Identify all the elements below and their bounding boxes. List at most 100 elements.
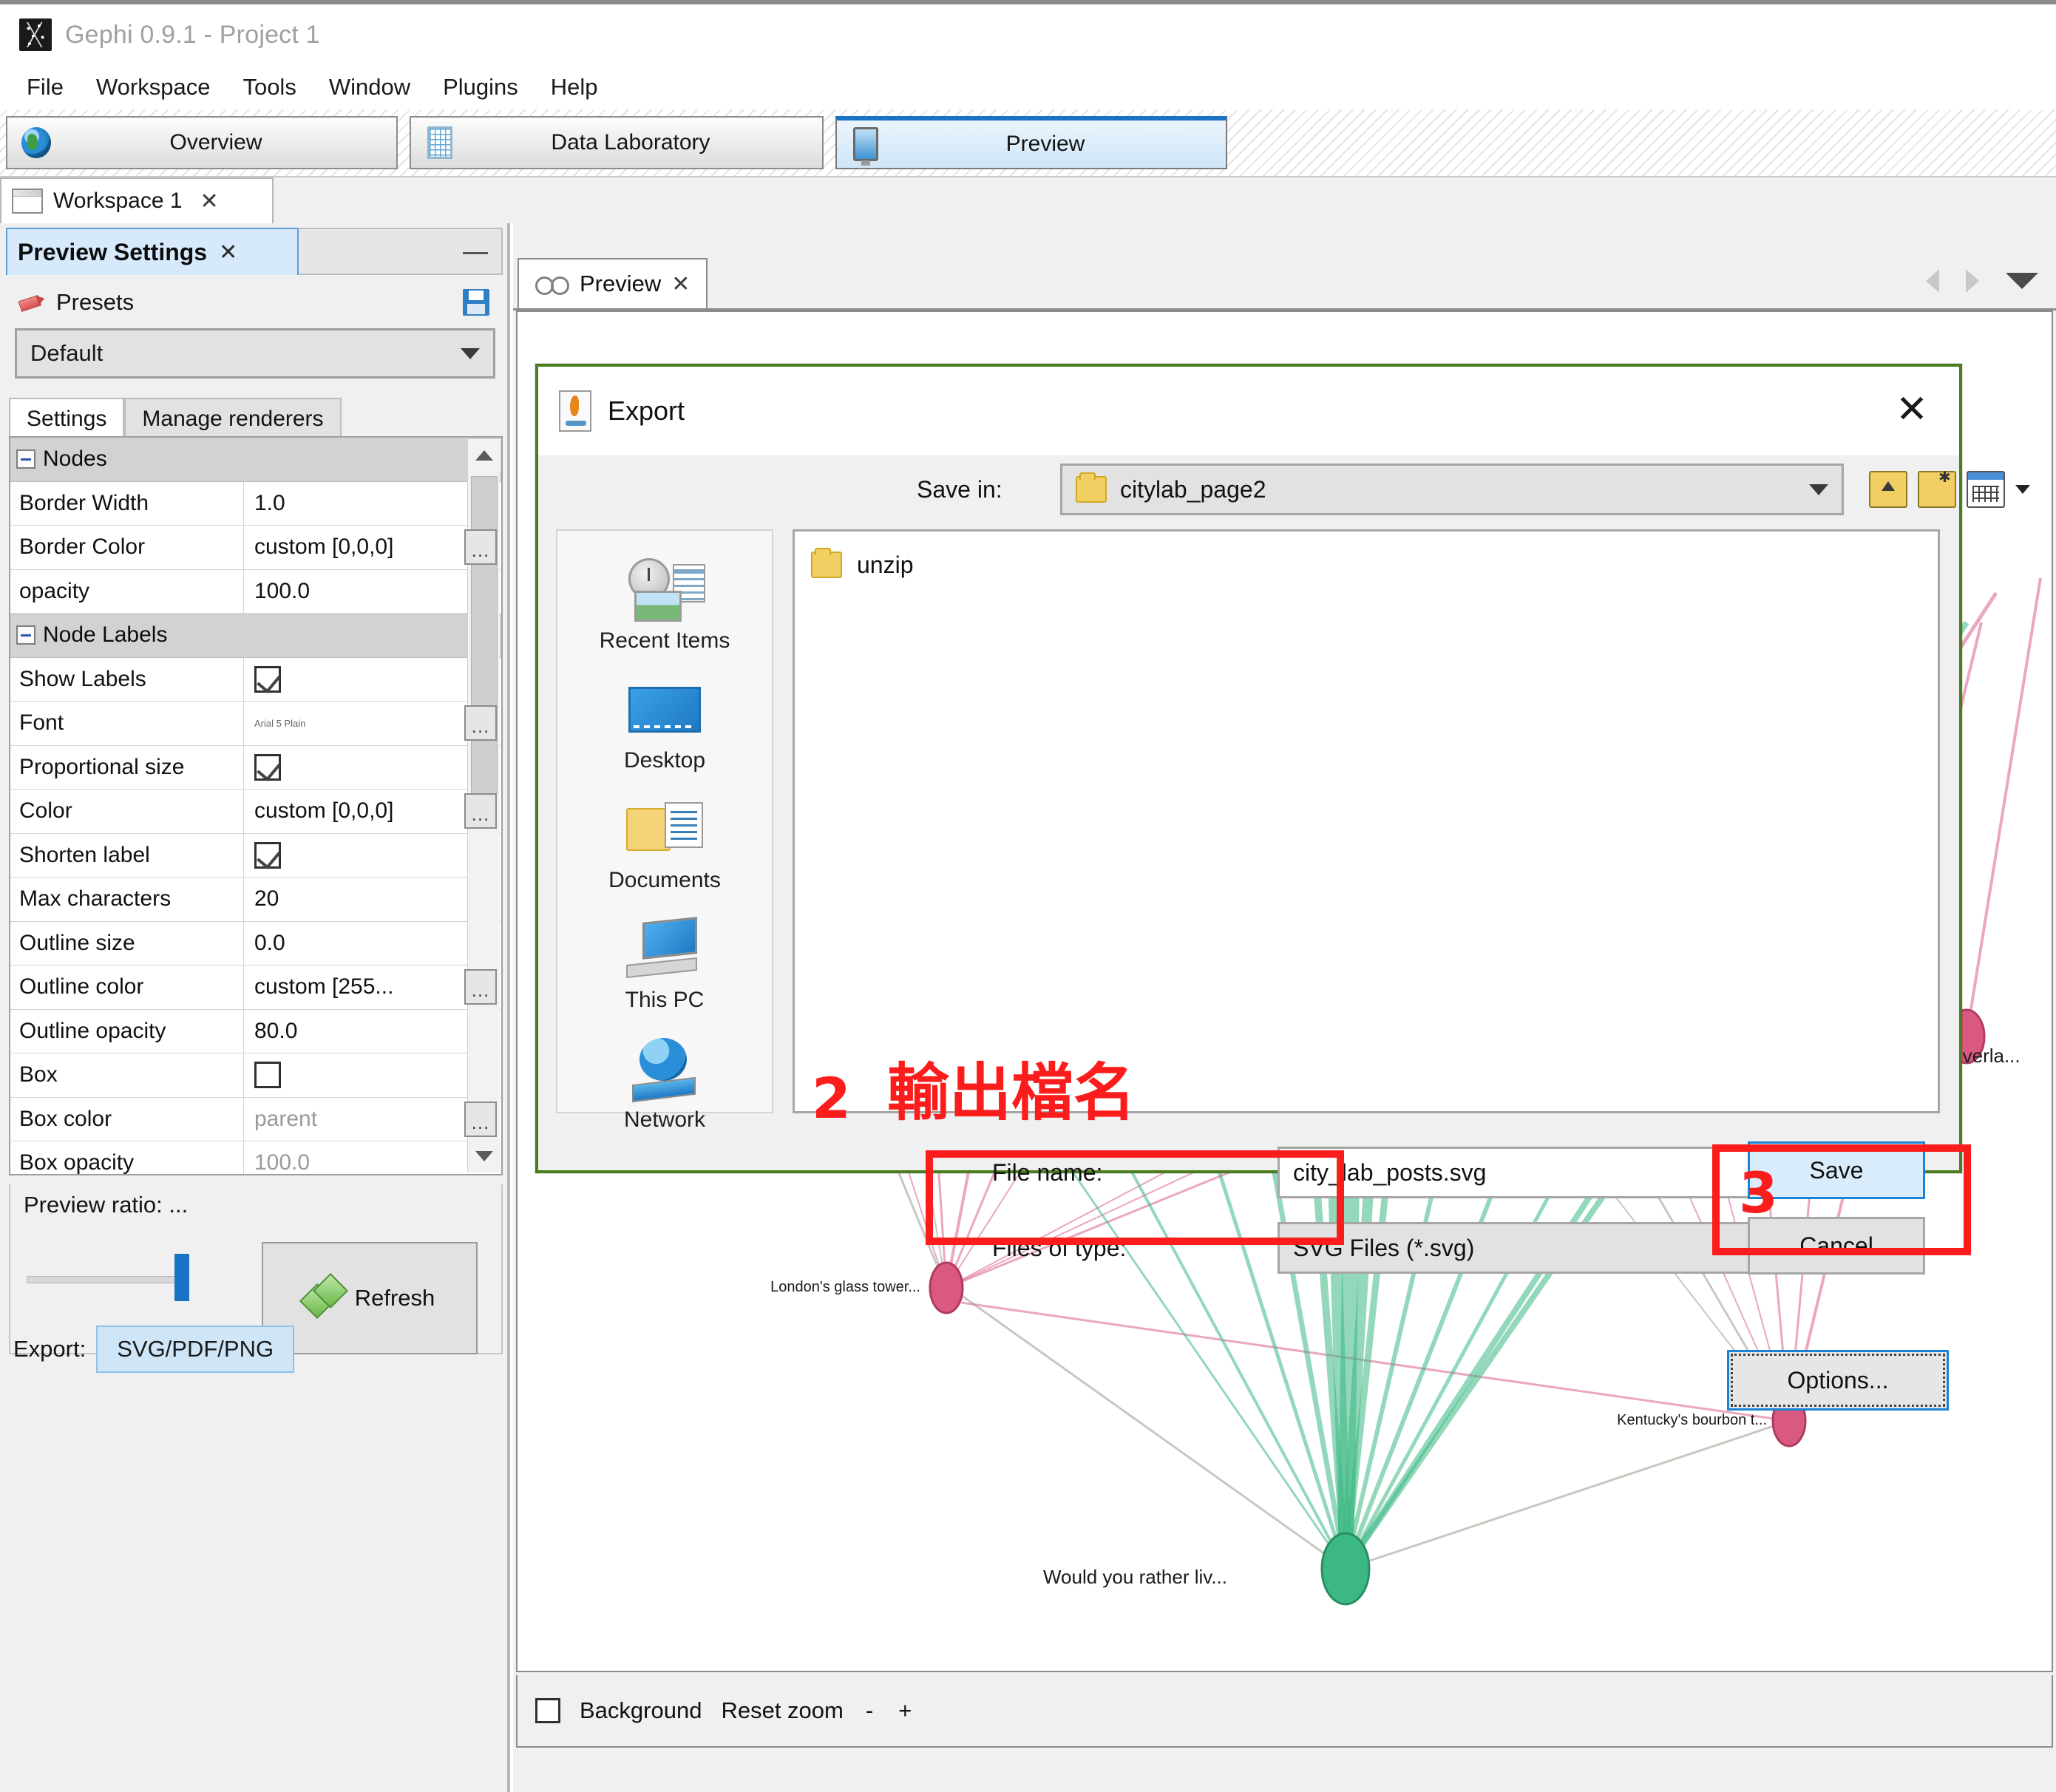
options-button[interactable]: Options... [1727,1350,1949,1411]
property-name: Proportional size [10,745,244,789]
mode-button-overview[interactable]: Overview [6,116,398,169]
mode-button-data-laboratory[interactable]: Data Laboratory [410,116,824,169]
mode-button-preview[interactable]: Preview [835,116,1227,169]
checkbox[interactable] [254,753,281,781]
chevron-left-icon[interactable] [1926,269,1939,293]
reset-zoom-button[interactable]: Reset zoom [721,1697,843,1724]
view-mode-icon[interactable] [1967,471,2005,508]
property-name: Box [10,1053,244,1097]
table-grid-icon [411,126,469,159]
property-value[interactable] [244,1053,501,1097]
property-value[interactable]: 20 [244,878,501,921]
property-row[interactable]: Show Labels [10,657,501,702]
property-row[interactable]: Font Arial 5 Plain... [10,702,501,746]
menu-tools[interactable]: Tools [226,71,312,103]
checkbox[interactable] [254,1062,281,1089]
shortcut-this-pc[interactable]: This PC [557,915,772,1013]
zoom-in-button[interactable]: + [895,1697,915,1724]
property-row[interactable]: Box opacity 100.0 [10,1141,501,1175]
export-svg-pdf-png-button[interactable]: SVG/PDF/PNG [96,1326,295,1373]
menu-window[interactable]: Window [313,71,427,103]
tab-settings[interactable]: Settings [9,398,125,439]
scroll-up-icon[interactable] [468,439,501,472]
this-pc-icon [626,915,703,983]
property-name: opacity [10,569,244,613]
shortcut-desktop[interactable]: Desktop [557,676,772,773]
close-icon[interactable]: ✕ [200,189,219,214]
tab-manage-renderers[interactable]: Manage renderers [124,398,342,439]
property-value[interactable]: custom [0,0,0]... [244,790,501,833]
property-name: Outline opacity [10,1009,244,1053]
mode-toolbar: Overview Data Laboratory Preview [0,109,2056,177]
property-row[interactable]: opacity 100.0 [10,569,501,614]
property-row[interactable]: Color custom [0,0,0]... [10,790,501,834]
property-row[interactable]: Border Width 1.0 [10,481,501,526]
shortcut-documents[interactable]: Documents [557,795,772,893]
close-icon[interactable]: ✕ [671,271,690,297]
chevron-down-icon[interactable] [2006,273,2038,289]
property-value[interactable]: 100.0 [244,1141,501,1175]
property-row[interactable]: Box color parent... [10,1097,501,1141]
export-dialog: Export ✕ Save in: citylab_page2 Recent I [535,364,2030,1411]
property-value[interactable] [244,834,501,878]
zoom-out-button[interactable]: - [863,1697,876,1724]
property-row[interactable]: Shorten label [10,833,501,878]
shortcut-recent-items[interactable]: Recent Items [557,556,772,654]
properties-table[interactable]: Nodes Border Width 1.0 Border Color custom [… [9,436,503,1175]
property-value[interactable]: custom [0,0,0]... [244,526,501,569]
ellipsis-button[interactable]: ... [464,793,497,829]
new-folder-icon[interactable] [1918,468,1956,508]
collapse-icon[interactable] [16,449,35,469]
property-row[interactable]: Box [10,1053,501,1098]
chevron-right-icon[interactable] [1966,269,1979,293]
preview-ratio-slider-track[interactable] [27,1276,189,1283]
property-value[interactable]: 1.0 [244,482,501,526]
preset-dropdown[interactable]: Default [15,328,495,379]
list-item[interactable]: unzip [811,545,1938,585]
value-text: custom [0,0,0] [254,534,394,560]
ellipsis-button[interactable]: ... [464,705,497,741]
close-icon[interactable]: ✕ [1890,387,1934,432]
preview-tab[interactable]: Preview ✕ [518,258,708,308]
property-value[interactable]: 100.0 [244,570,501,614]
property-value[interactable]: 80.0 [244,1010,501,1053]
property-value[interactable]: custom [255...... [244,965,501,1009]
property-row[interactable]: Max characters 20 [10,878,501,922]
menu-help[interactable]: Help [535,71,614,103]
floppy-disk-icon[interactable] [463,289,489,316]
value-text: 100.0 [254,1150,311,1175]
workspace-tab[interactable]: Workspace 1 ✕ [0,177,274,223]
property-row[interactable]: Outline color custom [255...... [10,965,501,1010]
mode-datalab-label: Data Laboratory [551,130,710,155]
property-row[interactable]: Outline size 0.0 [10,921,501,965]
chevron-down-icon[interactable] [2015,485,2030,494]
collapse-icon[interactable] [16,625,35,645]
property-value[interactable] [244,658,501,702]
save-in-dropdown[interactable]: citylab_page2 [1060,464,1844,515]
menu-file[interactable]: File [10,71,80,103]
property-group-nodes[interactable]: Nodes [10,438,501,482]
ellipsis-button[interactable]: ... [464,529,497,565]
menu-workspace[interactable]: Workspace [80,71,227,103]
property-value[interactable]: parent... [244,1098,501,1141]
ellipsis-button[interactable]: ... [464,1101,497,1137]
close-icon[interactable]: ✕ [219,240,237,265]
property-group-node-labels[interactable]: Node Labels [10,614,501,658]
property-row[interactable]: Outline opacity 80.0 [10,1009,501,1053]
menu-plugins[interactable]: Plugins [427,71,535,103]
property-value[interactable]: Arial 5 Plain... [244,702,501,745]
property-value[interactable]: 0.0 [244,922,501,965]
property-row[interactable]: Proportional size [10,745,501,790]
preview-ratio-slider-handle[interactable] [174,1254,189,1301]
file-list[interactable]: unzip [793,529,1940,1113]
checkbox[interactable] [254,665,281,693]
preview-settings-title-tab[interactable]: Preview Settings ✕ [6,228,299,275]
shortcut-network[interactable]: Network [557,1035,772,1133]
property-row[interactable]: Border Color custom [0,0,0]... [10,526,501,570]
folder-up-icon[interactable] [1869,471,1907,508]
property-value[interactable] [244,746,501,790]
checkbox[interactable] [254,841,281,869]
background-checkbox[interactable] [535,1698,560,1723]
value-text: custom [255... [254,974,394,999]
ellipsis-button[interactable]: ... [464,969,497,1005]
